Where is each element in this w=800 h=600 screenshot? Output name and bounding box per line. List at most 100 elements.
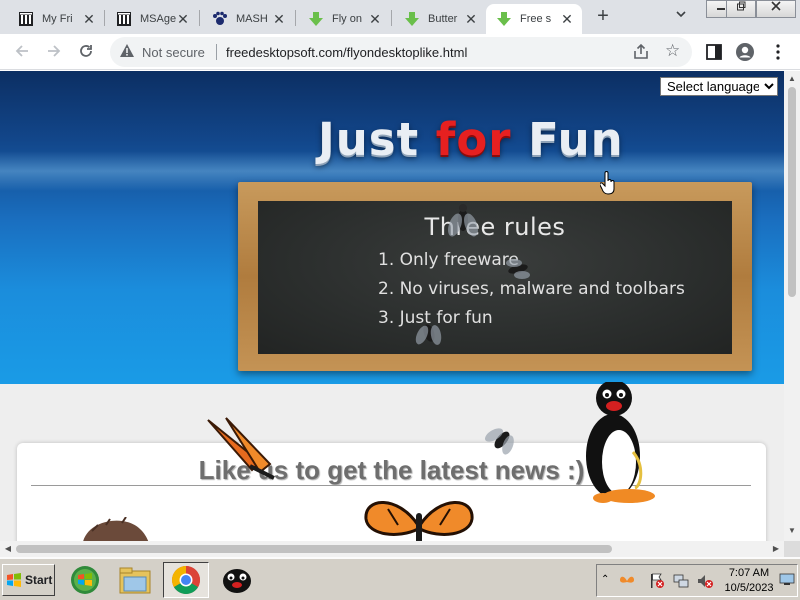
security-status[interactable]: Not secure [142, 45, 205, 60]
tab-title: MASH [236, 13, 268, 25]
fly-icon [415, 324, 442, 345]
horizontal-scrollbar[interactable]: ◀ ▶ [0, 541, 784, 557]
close-window-button[interactable] [756, 0, 796, 18]
vertical-scrollbar[interactable]: ▲ ▼ [784, 71, 800, 541]
museum-icon [116, 11, 132, 27]
page-viewport: Just for Fun Three rules 1. Only freewar… [0, 71, 784, 541]
museum-icon [18, 11, 34, 27]
tab-mash[interactable]: MASH ✕ [202, 4, 294, 34]
bookmark-star-icon[interactable]: ☆ [665, 41, 680, 61]
omnibox-divider [216, 44, 217, 60]
show-desktop-icon[interactable] [779, 571, 795, 587]
maximize-button[interactable] [726, 0, 756, 18]
side-panel-icon[interactable] [704, 42, 724, 62]
flag-warning-icon[interactable] [649, 573, 665, 589]
close-icon[interactable]: ✕ [82, 11, 96, 28]
scroll-right-icon[interactable]: ▶ [771, 544, 781, 554]
fly-icon [448, 204, 478, 237]
butterfly-icon [364, 501, 474, 541]
back-button[interactable] [12, 42, 32, 62]
taskbar-chrome[interactable] [163, 562, 209, 598]
penguin-icon [223, 569, 251, 593]
paw-icon [212, 11, 228, 27]
scroll-up-icon[interactable]: ▲ [788, 75, 796, 83]
close-icon[interactable]: ✕ [464, 11, 478, 28]
chevron-down-icon [676, 11, 686, 18]
minimize-icon [717, 8, 725, 10]
hand-cursor-icon [600, 171, 615, 195]
new-tab-button[interactable]: + [592, 6, 614, 28]
forward-arrow-icon [48, 45, 61, 57]
download-arrow-icon [308, 11, 324, 27]
address-bar[interactable]: Not secure freedesktopsoft.com/flyondesk… [110, 37, 692, 67]
taskbar-file-explorer[interactable] [112, 562, 158, 598]
vertical-scroll-thumb[interactable] [788, 87, 796, 297]
tab-my-friends[interactable]: My Fri ✕ [8, 4, 104, 34]
hedgehog-icon [83, 517, 149, 541]
fly-icon [484, 428, 514, 455]
tab-free-software[interactable]: Free s ✕ [486, 4, 582, 34]
taskbar-windows-orb[interactable] [62, 562, 108, 598]
tab-title: MSAge [140, 13, 176, 25]
taskbar: Start ⌃ 7:07 AM 10/5/2023 [0, 557, 800, 600]
chalkboard-frame: Three rules 1. Only freeware 2. No virus… [238, 182, 752, 371]
tab-title: Butter [428, 13, 458, 25]
start-button[interactable]: Start [2, 564, 55, 596]
penguin-icon [586, 382, 655, 503]
warning-icon[interactable] [119, 43, 135, 59]
horizontal-scroll-thumb[interactable] [16, 545, 612, 553]
clock-date[interactable]: 10/5/2023 [721, 582, 777, 594]
language-select[interactable]: Select language [660, 77, 778, 96]
more-menu-icon[interactable] [768, 42, 788, 62]
share-icon[interactable] [632, 43, 650, 61]
tab-strip: My Fri ✕ MSAge ✕ MASH ✕ Fly on ✕ Butter … [0, 0, 800, 34]
tab-title: Free s [520, 13, 552, 25]
network-icon[interactable] [673, 573, 689, 589]
close-icon[interactable]: ✕ [176, 11, 190, 28]
start-label: Start [25, 573, 53, 587]
windows-orb-icon [71, 566, 99, 594]
tab-search-button[interactable] [672, 8, 690, 26]
close-icon [771, 1, 781, 11]
download-arrow-icon [404, 11, 420, 27]
tab-title: Fly on [332, 13, 362, 25]
scroll-left-icon[interactable]: ◀ [3, 544, 13, 554]
chalkboard: Three rules 1. Only freeware 2. No virus… [258, 201, 732, 354]
hero-banner: Just for Fun Three rules 1. Only freewar… [0, 71, 784, 384]
profile-avatar-icon[interactable] [735, 42, 755, 62]
volume-muted-icon[interactable] [697, 573, 713, 589]
fly-icon [506, 259, 530, 279]
tab-divider [104, 10, 105, 26]
tab-msagent[interactable]: MSAge ✕ [106, 4, 198, 34]
scroll-down-icon[interactable]: ▼ [788, 527, 796, 535]
restore-icon [737, 1, 746, 11]
close-icon[interactable]: ✕ [272, 11, 286, 28]
hero-title: Just for Fun [318, 113, 624, 166]
close-icon[interactable]: ✕ [368, 11, 382, 28]
tab-fly-on[interactable]: Fly on ✕ [298, 4, 390, 34]
tab-butterfly[interactable]: Butter ✕ [394, 4, 486, 34]
tab-divider [391, 10, 392, 26]
hero-title-word-2: for [435, 113, 512, 166]
close-icon[interactable]: ✕ [560, 11, 574, 28]
chevron-up-icon[interactable]: ⌃ [601, 574, 609, 585]
rule-item: 1. Only freeware [378, 250, 519, 270]
url-text[interactable]: freedesktopsoft.com/flyondesktoplike.htm… [226, 45, 467, 60]
tab-divider [295, 10, 296, 26]
butterfly-tray-icon[interactable] [619, 573, 635, 589]
scrollbar-corner [784, 541, 800, 557]
clock-time[interactable]: 7:07 AM [725, 567, 773, 579]
hero-title-word-1: Just [318, 113, 420, 166]
folder-icon [119, 567, 151, 594]
windows-logo-icon [7, 573, 21, 587]
system-tray: ⌃ 7:07 AM 10/5/2023 [596, 564, 798, 597]
board-title: Three rules [424, 213, 566, 241]
reload-button[interactable] [76, 42, 96, 62]
download-arrow-icon [496, 11, 512, 27]
forward-button[interactable] [44, 42, 64, 62]
taskbar-pingu-app[interactable] [214, 562, 260, 598]
tab-title: My Fri [42, 13, 73, 25]
chrome-icon [172, 566, 200, 594]
rule-item: 2. No viruses, malware and toolbars [378, 279, 685, 299]
reload-icon [80, 45, 92, 57]
